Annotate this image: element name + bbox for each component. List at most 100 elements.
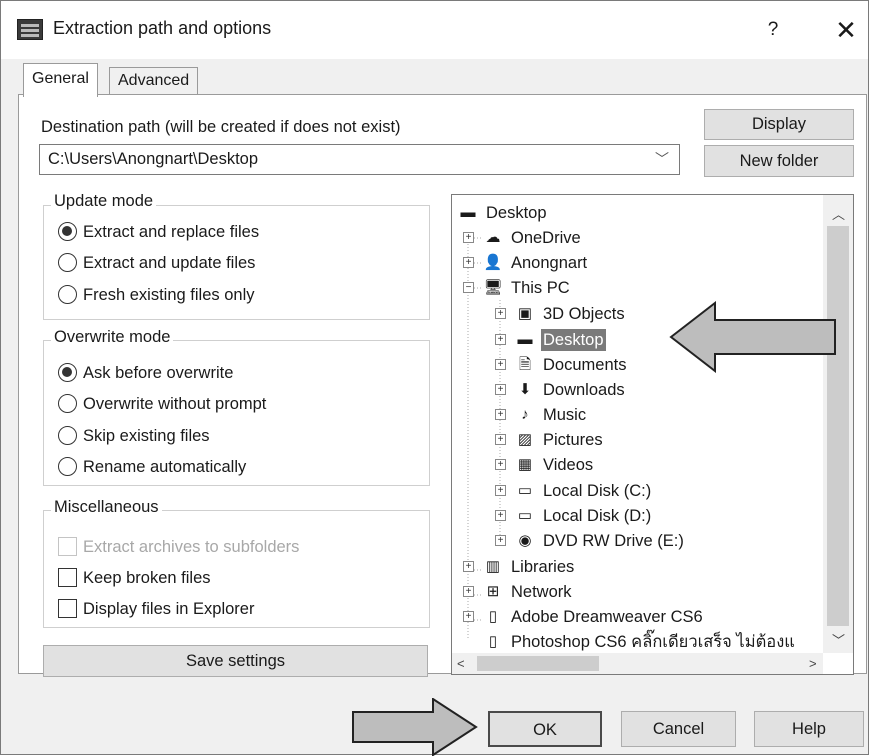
expand-icon[interactable]: + [495,384,506,395]
scroll-up-icon[interactable]: ︿ [832,204,845,223]
radio-label: Rename automatically [83,458,247,476]
checkbox-label: Display files in Explorer [83,600,255,618]
checkbox-label: Keep broken files [83,569,211,587]
collapse-icon[interactable]: − [463,282,474,293]
drive-icon: ▭ [517,507,533,524]
pointer-arrow-left-icon [669,301,836,373]
tree-item-label: Pictures [543,431,603,449]
tree-item-label: Local Disk (D:) [543,507,652,525]
tab-general[interactable]: General [23,63,98,97]
radio-label: Extract and replace files [83,223,260,241]
film-icon: ▦ [517,456,533,473]
radio-button[interactable] [58,426,77,445]
checkbox-label: Extract archives to subfolders [83,538,300,556]
user-icon: 👤 [483,254,503,271]
display-button[interactable]: Display [704,109,854,140]
expand-icon[interactable]: + [463,611,474,622]
scroll-left-icon[interactable]: < [457,656,465,671]
cube-icon: ▣ [517,305,533,322]
scroll-down-icon[interactable]: ﹀ [832,630,845,649]
tree-item-label-selected: Desktop [541,329,606,351]
tree-item-label: Documents [543,356,627,374]
tree-item-label: DVD RW Drive (E:) [543,532,684,550]
radio-button[interactable] [58,285,77,304]
help-title-button[interactable]: ? [756,15,790,45]
radio-button-checked[interactable] [58,363,77,382]
expand-icon[interactable]: + [463,561,474,572]
radio-button[interactable] [58,394,77,413]
dvd-icon: ◉ [518,532,532,549]
network-icon: ⊞ [486,583,500,600]
cloud-icon: ☁ [485,229,501,246]
file-icon: ▯ [488,633,498,650]
tree-item-label: Local Disk (C:) [543,482,652,500]
tree-item-label: Videos [543,456,594,474]
overwrite-mode-title: Overwrite mode [51,328,174,347]
expand-icon[interactable]: + [495,308,506,319]
document-icon: 🗎 [518,356,532,373]
tree-item-label: Network [511,583,572,601]
expand-icon[interactable]: + [495,434,506,445]
save-settings-button[interactable]: Save settings [43,645,428,677]
checkbox[interactable] [58,599,77,618]
horizontal-scroll-thumb[interactable] [477,656,599,671]
pointer-arrow-right-icon [352,698,478,756]
file-icon: ▯ [488,608,498,625]
expand-icon[interactable]: + [495,334,506,345]
drive-icon: ▭ [517,482,533,499]
help-button[interactable]: Help [754,711,864,747]
tree-item-label: Libraries [511,558,575,576]
radio-label: Ask before overwrite [83,364,234,382]
computer-icon: 🖥 [483,279,503,296]
expand-icon[interactable]: + [495,359,506,370]
radio-label: Extract and update files [83,254,256,272]
expand-icon[interactable]: + [495,535,506,546]
tree-item-label: This PC [511,279,570,297]
radio-button[interactable] [58,253,77,272]
scroll-right-icon[interactable]: > [809,656,817,671]
destination-path-value: C:\Users\Anongnart\Desktop [48,150,259,168]
library-icon: ▥ [485,558,501,575]
radio-button[interactable] [58,457,77,476]
vertical-scroll-thumb[interactable] [827,226,849,626]
expand-icon[interactable]: + [495,459,506,470]
desktop-icon: ▬ [460,204,476,221]
expand-icon[interactable]: + [463,232,474,243]
tree-item-label: Adobe Dreamweaver CS6 [511,608,703,626]
radio-button-checked[interactable] [58,222,77,241]
chevron-down-icon[interactable]: ﹀ [655,149,669,169]
destination-path-combo[interactable]: C:\Users\Anongnart\Desktop ﹀ [39,144,680,175]
new-folder-button[interactable]: New folder [704,145,854,177]
tree-item-label: Desktop [486,204,547,222]
tree-item-label: OneDrive [511,229,581,247]
expand-icon[interactable]: + [495,510,506,521]
expand-icon[interactable]: + [463,586,474,597]
title-bar: Extraction path and options ? ✕ [1,1,868,59]
music-icon: ♪ [521,406,529,423]
pictures-icon: ▨ [517,431,533,448]
dialog-title: Extraction path and options [53,18,272,38]
folder-tree[interactable]: ▬ Desktop + ☁ OneDrive + 👤 Anongnart − 🖥… [451,194,854,675]
checkbox[interactable] [58,568,77,587]
tree-item-label: Downloads [543,381,625,399]
download-icon: ⬇ [518,381,532,398]
expand-icon[interactable]: + [463,257,474,268]
close-icon[interactable]: ✕ [829,13,863,47]
extraction-dialog: Extraction path and options ? ✕ General … [0,0,869,756]
radio-label: Fresh existing files only [83,286,255,304]
radio-label: Skip existing files [83,427,210,445]
desktop-icon: ▬ [517,331,533,348]
ok-button[interactable]: OK [488,711,602,747]
tab-advanced[interactable]: Advanced [109,67,199,95]
expand-icon[interactable]: + [495,485,506,496]
radio-label: Overwrite without prompt [83,395,267,413]
cancel-button[interactable]: Cancel [621,711,736,747]
tree-item-label: 3D Objects [543,305,625,323]
tree-item-label: Music [543,406,587,424]
destination-path-label: Destination path (will be created if doe… [41,118,401,136]
tree-item-label: Photoshop CS6 คลิ๊กเดียวเสร็จ ไม่ต้องแ [511,633,795,651]
miscellaneous-title: Miscellaneous [51,498,162,517]
expand-icon[interactable]: + [495,409,506,420]
update-mode-title: Update mode [51,192,157,211]
checkbox [58,537,77,556]
